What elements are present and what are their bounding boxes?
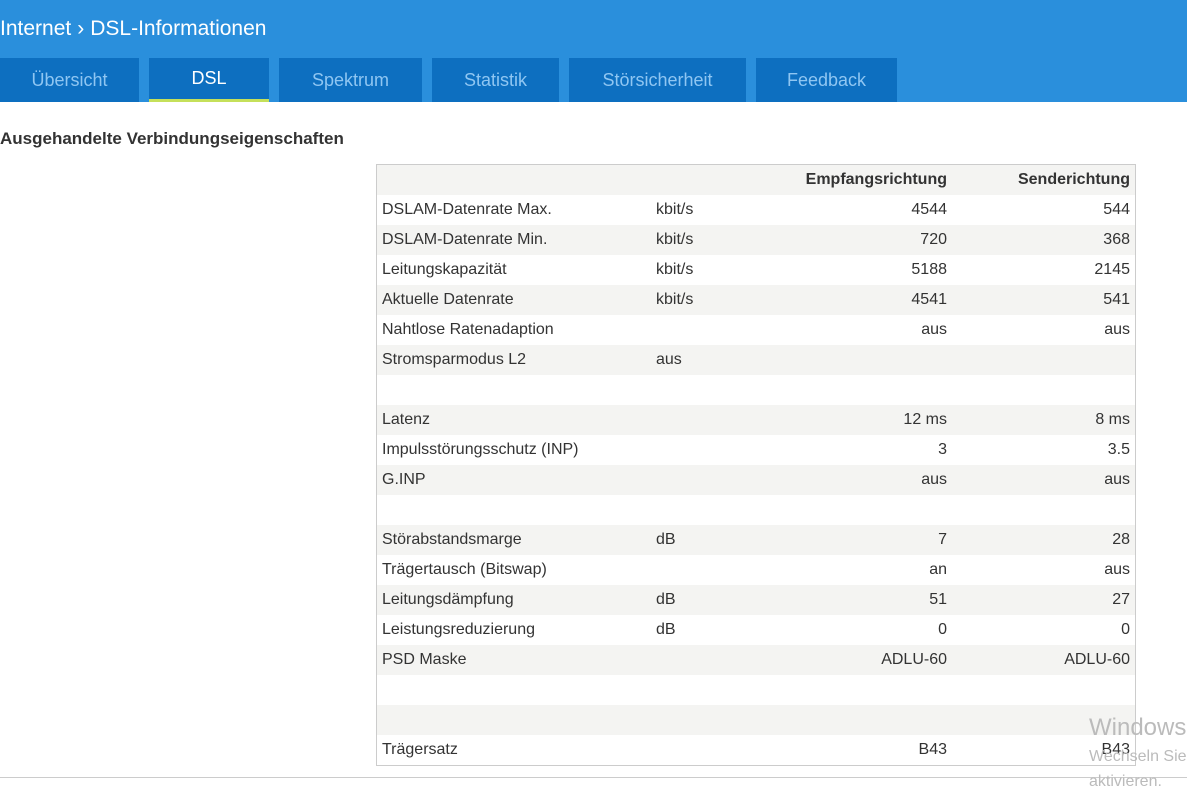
row-label: Impulsstörungsschutz (INP) <box>382 441 579 458</box>
row-downstream: ADLU-60 <box>881 651 947 668</box>
row-label: G.INP <box>382 471 426 488</box>
table-row: DSLAM-Datenrate Max. kbit/s 4544 544 <box>377 195 1135 225</box>
breadcrumb: Internet › DSL-Informationen <box>0 17 266 41</box>
header-downstream: Empfangsrichtung <box>805 171 947 188</box>
row-label: Leitungskapazität <box>382 261 507 278</box>
row-downstream: 5188 <box>911 261 947 278</box>
section-title: Ausgehandelte Verbindungseigenschaften <box>0 129 344 148</box>
row-downstream: 720 <box>920 231 947 248</box>
row-label: Leistungsreduzierung <box>382 621 535 638</box>
table-row: Trägersatz B43 B43 <box>377 735 1135 765</box>
row-label: Latenz <box>382 411 431 428</box>
table-row: Latenz 12 ms 8 ms <box>377 405 1135 435</box>
row-label: DSLAM-Datenrate Max. <box>382 201 552 218</box>
row-unit: dB <box>656 531 676 548</box>
row-upstream: aus <box>1104 321 1130 338</box>
table-row: Stromsparmodus L2 aus <box>377 345 1135 375</box>
row-downstream: 51 <box>929 591 947 608</box>
row-upstream: 28 <box>1112 531 1130 548</box>
row-upstream: aus <box>1104 561 1130 578</box>
row-label: Trägersatz <box>382 741 458 758</box>
table-row: Impulsstörungsschutz (INP) 3 3.5 <box>377 435 1135 465</box>
tab-feedback[interactable]: Feedback <box>756 58 897 102</box>
row-upstream: 27 <box>1112 591 1130 608</box>
breadcrumb-parent[interactable]: Internet <box>0 17 71 40</box>
row-downstream: 7 <box>938 531 947 548</box>
row-unit: kbit/s <box>656 291 694 308</box>
row-upstream: 541 <box>1103 291 1130 308</box>
row-unit: kbit/s <box>656 231 694 248</box>
row-unit: aus <box>656 351 682 368</box>
row-upstream: 368 <box>1103 231 1130 248</box>
row-downstream: aus <box>921 321 947 338</box>
row-upstream: ADLU-60 <box>1064 651 1130 668</box>
table-row <box>377 375 1135 405</box>
row-label: PSD Maske <box>382 651 467 668</box>
row-downstream: B43 <box>918 741 947 758</box>
activation-watermark-title: Windows <box>1089 714 1187 741</box>
row-upstream: 0 <box>1121 621 1130 638</box>
table-row: G.INP aus aus <box>377 465 1135 495</box>
row-downstream: 12 ms <box>903 411 947 428</box>
row-downstream: an <box>929 561 947 578</box>
row-downstream: 3 <box>938 441 947 458</box>
row-unit: kbit/s <box>656 201 694 218</box>
row-upstream: 544 <box>1103 201 1130 218</box>
table-row <box>377 675 1135 705</box>
row-upstream: aus <box>1104 471 1130 488</box>
row-label: Stromsparmodus L2 <box>382 351 527 368</box>
table-row: Nahtlose Ratenadaption aus aus <box>377 315 1135 345</box>
connection-properties-table: Empfangsrichtung Senderichtung DSLAM-Dat… <box>376 164 1136 766</box>
tab-stoersicherheit[interactable]: Störsicherheit <box>569 58 746 102</box>
header-bar: Internet › DSL-Informationen Übersicht DSL… <box>0 0 1187 102</box>
header-upstream: Senderichtung <box>1017 171 1130 188</box>
table-row <box>377 495 1135 525</box>
tab-uebersicht[interactable]: Übersicht <box>0 58 139 102</box>
activation-watermark-text: Wechseln Sie <box>1089 748 1187 765</box>
row-label: Aktuelle Datenrate <box>382 291 514 308</box>
row-downstream: 4544 <box>911 201 947 218</box>
table-header-row: Empfangsrichtung Senderichtung <box>377 165 1135 195</box>
table-row <box>377 705 1135 735</box>
row-unit: dB <box>656 591 676 608</box>
table-row: Störabstandsmarge dB 7 28 <box>377 525 1135 555</box>
row-unit: kbit/s <box>656 261 694 278</box>
row-label: Leitungsdämpfung <box>382 591 514 608</box>
chevron-right-icon: › <box>77 17 85 40</box>
table-row: Leitungsdämpfung dB 51 27 <box>377 585 1135 615</box>
row-label: Störabstandsmarge <box>382 531 522 548</box>
page-title: DSL-Informationen <box>90 17 267 40</box>
activation-watermark-text2: aktivieren. <box>1089 773 1162 790</box>
divider <box>0 777 1187 778</box>
row-label: Trägertausch (Bitswap) <box>382 561 547 578</box>
row-downstream: aus <box>921 471 947 488</box>
table-row: Leistungsreduzierung dB 0 0 <box>377 615 1135 645</box>
row-label: DSLAM-Datenrate Min. <box>382 231 548 248</box>
tab-statistik[interactable]: Statistik <box>432 58 559 102</box>
row-upstream: 3.5 <box>1107 441 1130 458</box>
table-row: DSLAM-Datenrate Min. kbit/s 720 368 <box>377 225 1135 255</box>
row-unit: dB <box>656 621 676 638</box>
table-row: PSD Maske ADLU-60 ADLU-60 <box>377 645 1135 675</box>
table-row: Trägertausch (Bitswap) an aus <box>377 555 1135 585</box>
table-row: Aktuelle Datenrate kbit/s 4541 541 <box>377 285 1135 315</box>
table-row: Leitungskapazität kbit/s 5188 2145 <box>377 255 1135 285</box>
row-downstream: 4541 <box>911 291 947 308</box>
row-upstream: 8 ms <box>1095 411 1130 428</box>
row-upstream: 2145 <box>1094 261 1130 278</box>
tab-dsl[interactable]: DSL <box>149 58 269 102</box>
tab-spektrum[interactable]: Spektrum <box>279 58 422 102</box>
row-downstream: 0 <box>938 621 947 638</box>
row-label: Nahtlose Ratenadaption <box>382 321 554 338</box>
